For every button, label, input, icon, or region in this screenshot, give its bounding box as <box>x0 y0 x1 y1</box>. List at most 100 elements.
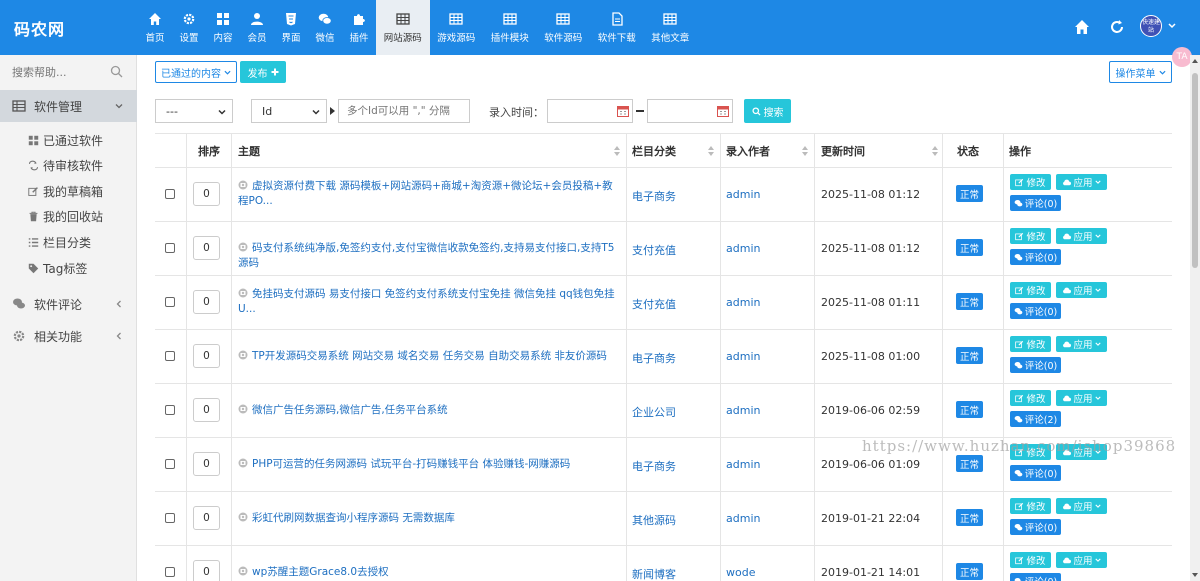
top-nav-item-10[interactable]: 软件源码 <box>537 0 591 55</box>
sidebar-subitem-0[interactable]: 已通过软件 <box>0 127 137 153</box>
scroll-up-icon[interactable] <box>1191 57 1199 65</box>
status-badge[interactable]: 正常 <box>956 563 983 580</box>
status-badge[interactable]: 正常 <box>956 239 983 256</box>
row-category[interactable]: 企业公司 <box>632 404 676 420</box>
sidebar-group-software-management[interactable]: 软件管理 <box>0 90 137 122</box>
row-title-link[interactable]: 免挂码支付源码 易支付接口 免签约支付系统支付宝免挂 微信免挂 qq钱包免挂U.… <box>238 287 618 317</box>
row-checkbox[interactable] <box>165 297 175 307</box>
top-nav-item-1[interactable]: 设置 <box>172 0 206 55</box>
sort-icon[interactable] <box>614 145 620 157</box>
top-nav-item-3[interactable]: 会员 <box>240 0 274 55</box>
floating-assistant-button[interactable]: TA <box>1172 47 1192 67</box>
filter-select[interactable]: --- <box>155 99 233 123</box>
apply-dropdown-button[interactable]: 应用 <box>1056 336 1107 352</box>
row-category[interactable]: 其他源码 <box>632 512 676 528</box>
top-nav-item-2[interactable]: 内容 <box>206 0 240 55</box>
row-title-link[interactable]: TP开发源码交易系统 网站交易 域名交易 任务交易 自助交易系统 非友价源码 <box>238 349 618 364</box>
row-author[interactable]: admin <box>726 242 760 255</box>
status-badge[interactable]: 正常 <box>956 509 983 526</box>
row-category[interactable]: 电子商务 <box>632 188 676 204</box>
ids-input[interactable] <box>338 99 470 123</box>
row-category[interactable]: 支付充值 <box>632 242 676 258</box>
brand-logo[interactable]: 码农网 <box>14 16 65 40</box>
edit-button[interactable]: 修改 <box>1010 552 1051 568</box>
top-nav-item-4[interactable]: 界面 <box>274 0 308 55</box>
order-input[interactable]: 0 <box>193 236 220 260</box>
apply-dropdown-button[interactable]: 应用 <box>1056 228 1107 244</box>
sidebar-subitem-3[interactable]: 我的回收站 <box>0 204 137 230</box>
row-category[interactable]: 电子商务 <box>632 350 676 366</box>
row-author[interactable]: admin <box>726 296 760 309</box>
field-select[interactable]: Id <box>251 99 327 123</box>
filter-dropdown-button[interactable]: 已通过的内容 <box>155 61 237 83</box>
top-nav-item-6[interactable]: 插件 <box>342 0 376 55</box>
sidebar-subitem-4[interactable]: 栏目分类 <box>0 229 137 255</box>
row-title-link[interactable]: 微信广告任务源码,微信广告,任务平台系统 <box>238 403 618 418</box>
calendar-icon[interactable] <box>717 105 729 117</box>
row-checkbox[interactable] <box>165 243 175 253</box>
order-input[interactable]: 0 <box>193 452 220 476</box>
row-checkbox[interactable] <box>165 189 175 199</box>
sidebar-group-0[interactable]: 软件评论 <box>0 288 137 320</box>
status-badge[interactable]: 正常 <box>956 185 983 202</box>
comments-button[interactable]: 评论(0) <box>1010 357 1061 373</box>
sort-icon[interactable] <box>802 145 808 157</box>
comments-button[interactable]: 评论(0) <box>1010 465 1061 481</box>
row-checkbox[interactable] <box>165 513 175 523</box>
search-button[interactable]: 搜索 <box>744 99 791 123</box>
comments-button[interactable]: 评论(0) <box>1010 195 1061 211</box>
edit-button[interactable]: 修改 <box>1010 282 1051 298</box>
calendar-icon[interactable] <box>617 105 629 117</box>
row-category[interactable]: 新闻博客 <box>632 566 676 581</box>
status-badge[interactable]: 正常 <box>956 347 983 364</box>
edit-button[interactable]: 修改 <box>1010 498 1051 514</box>
scrollbar-thumb[interactable] <box>1192 73 1198 268</box>
sidebar-subitem-5[interactable]: Tag标签 <box>0 255 137 281</box>
comments-button[interactable]: 评论(0) <box>1010 303 1061 319</box>
status-badge[interactable]: 正常 <box>956 293 983 310</box>
sidebar-group-1[interactable]: 相关功能 <box>0 320 137 352</box>
row-title-link[interactable]: PHP可运营的任务网源码 试玩平台-打码赚钱平台 体验赚钱-网赚源码 <box>238 457 618 472</box>
sidebar-subitem-2[interactable]: 我的草稿箱 <box>0 178 137 204</box>
home-icon[interactable] <box>1074 19 1090 35</box>
top-nav-item-9[interactable]: 插件模块 <box>483 0 537 55</box>
order-input[interactable]: 0 <box>193 398 220 422</box>
row-title-link[interactable]: 虚拟资源付费下载 源码模板+网站源码+商城+淘资源+微论坛+会员投稿+教程PO.… <box>238 179 618 209</box>
status-badge[interactable]: 正常 <box>956 455 983 472</box>
header-author[interactable]: 录入作者 <box>726 134 770 168</box>
top-nav-item-8[interactable]: 游戏源码 <box>430 0 484 55</box>
edit-button[interactable]: 修改 <box>1010 174 1051 190</box>
comments-button[interactable]: 评论(0) <box>1010 519 1061 535</box>
site-logo-avatar[interactable]: 快速建站 <box>1140 15 1162 37</box>
order-input[interactable]: 0 <box>193 560 220 581</box>
top-nav-item-7[interactable]: 网站源码 <box>376 0 430 55</box>
refresh-icon[interactable] <box>1109 19 1125 35</box>
status-badge[interactable]: 正常 <box>956 401 983 418</box>
header-subject[interactable]: 主题 <box>238 134 260 168</box>
row-author[interactable]: admin <box>726 188 760 201</box>
top-nav-item-11[interactable]: 软件下载 <box>590 0 644 55</box>
apply-dropdown-button[interactable]: 应用 <box>1056 282 1107 298</box>
row-category[interactable]: 支付充值 <box>632 296 676 312</box>
sort-icon[interactable] <box>932 145 938 157</box>
order-input[interactable]: 0 <box>193 182 220 206</box>
row-author[interactable]: wode <box>726 566 755 579</box>
chevron-down-icon[interactable] <box>1168 22 1176 30</box>
top-nav-item-12[interactable]: 其他文章 <box>644 0 698 55</box>
order-input[interactable]: 0 <box>193 344 220 368</box>
row-category[interactable]: 电子商务 <box>632 458 676 474</box>
apply-dropdown-button[interactable]: 应用 <box>1056 552 1107 568</box>
row-checkbox[interactable] <box>165 351 175 361</box>
apply-dropdown-button[interactable]: 应用 <box>1056 390 1107 406</box>
search-icon[interactable] <box>110 65 123 78</box>
apply-dropdown-button[interactable]: 应用 <box>1056 174 1107 190</box>
row-checkbox[interactable] <box>165 405 175 415</box>
row-title-link[interactable]: 彩虹代刷网数据查询小程序源码 无需数据库 <box>238 511 618 526</box>
sort-icon[interactable] <box>708 145 714 157</box>
header-category[interactable]: 栏目分类 <box>632 134 676 168</box>
sidebar-subitem-1[interactable]: 待审核软件 <box>0 153 137 179</box>
row-author[interactable]: admin <box>726 512 760 525</box>
order-input[interactable]: 0 <box>193 506 220 530</box>
top-nav-item-0[interactable]: 首页 <box>138 0 172 55</box>
comments-button[interactable]: 评论(0) <box>1010 573 1061 581</box>
